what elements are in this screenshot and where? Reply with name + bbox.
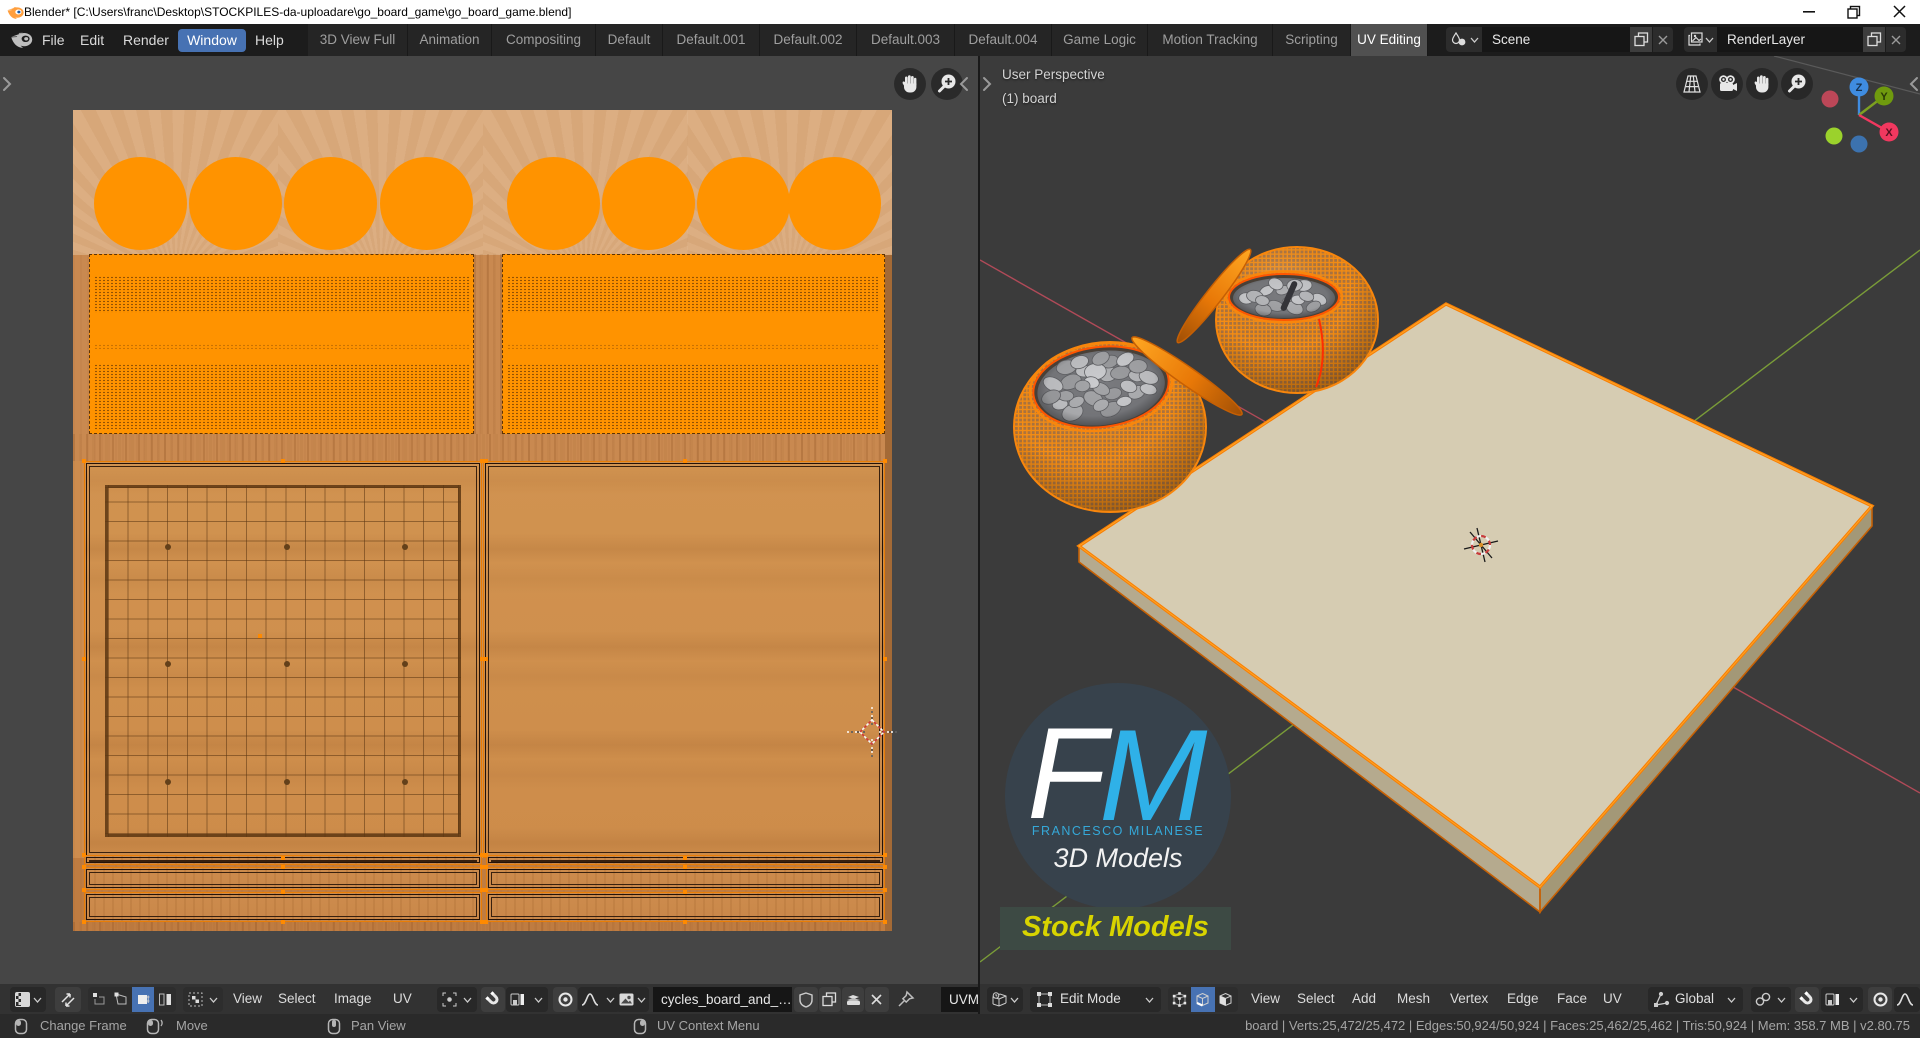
svg-text:X: X: [1885, 127, 1893, 139]
svg-text:Z: Z: [1856, 82, 1863, 94]
svg-text:Y: Y: [1880, 91, 1888, 103]
